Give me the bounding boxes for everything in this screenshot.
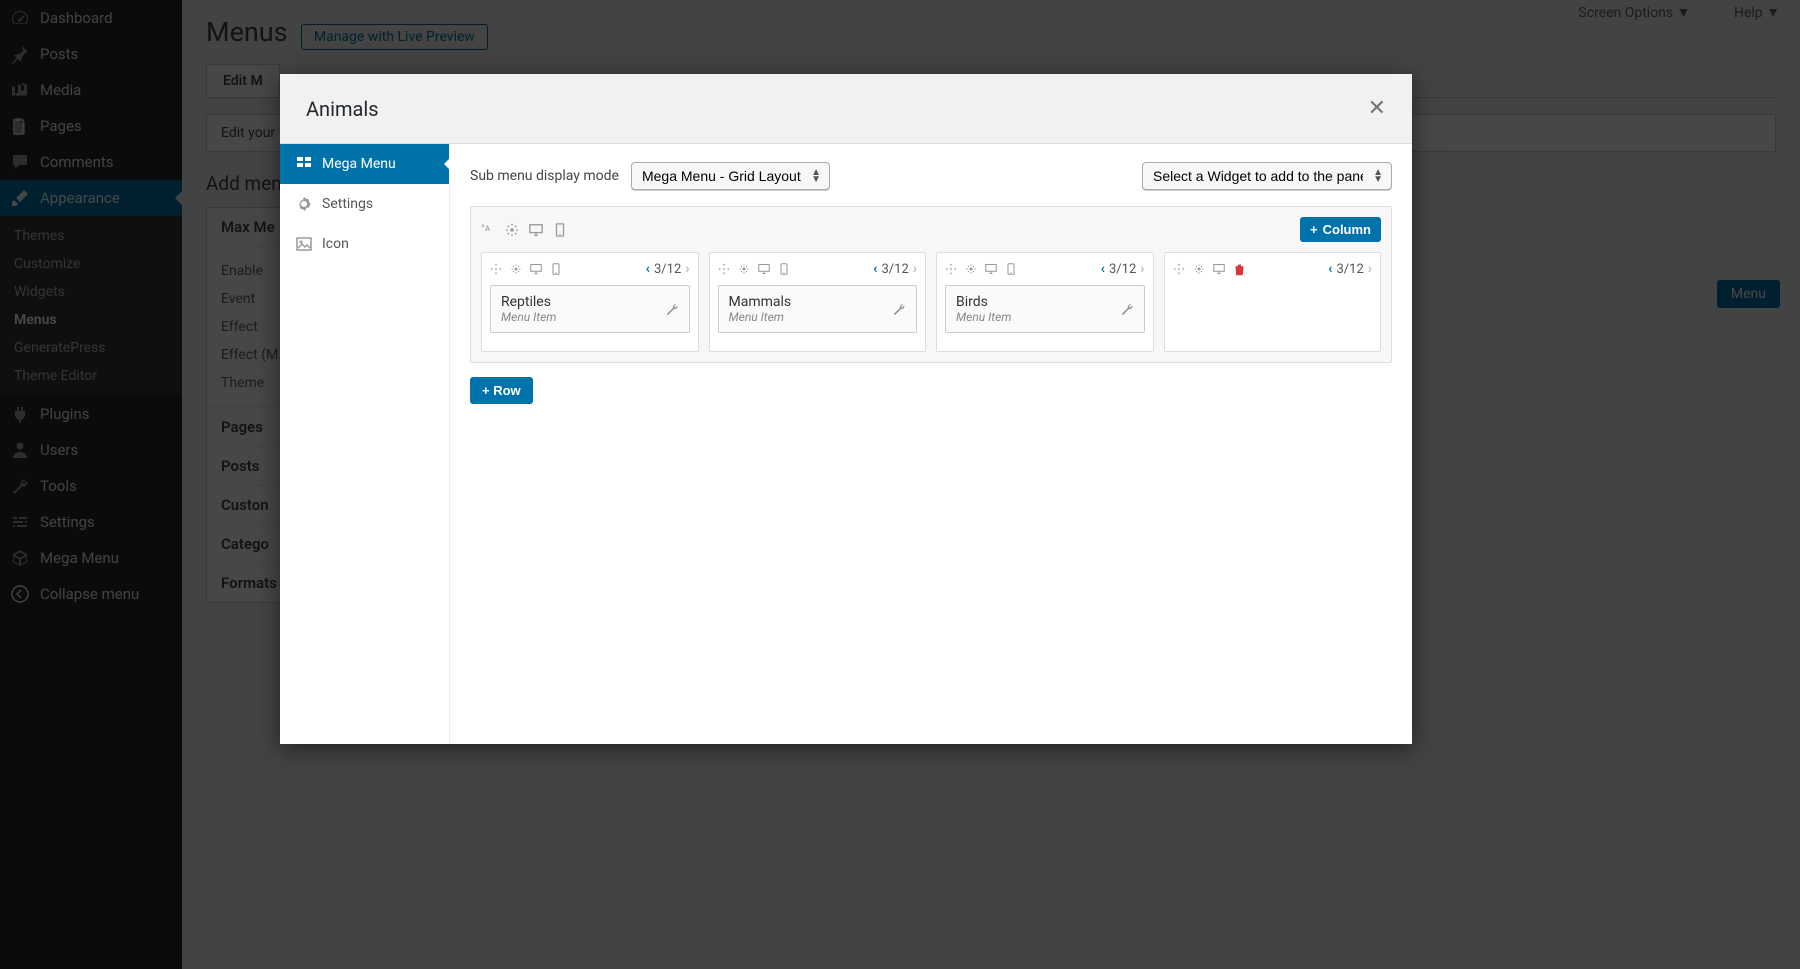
gear-icon[interactable]: [965, 263, 977, 275]
desktop-icon[interactable]: [985, 263, 997, 275]
widget-subtitle: Menu Item: [956, 310, 1011, 324]
grid-column: ‹ 3/12 ›: [1164, 252, 1382, 352]
mobile-icon[interactable]: [778, 263, 790, 275]
grid-icon: [296, 156, 312, 172]
grid-column: ‹ 3/12 › MammalsMenu Item: [709, 252, 927, 352]
grid-column: ‹ 3/12 › BirdsMenu Item: [936, 252, 1154, 352]
image-icon: [296, 236, 312, 252]
move-icon[interactable]: [945, 263, 957, 275]
grid-column: ‹ 3/12 › ReptilesMenu Item: [481, 252, 699, 352]
modal-title: Animals: [306, 97, 379, 121]
trash-icon[interactable]: [1233, 263, 1246, 276]
modal-tab-label: Icon: [322, 236, 349, 252]
widget-title: Reptiles: [501, 294, 556, 310]
modal-tab-settings[interactable]: Settings: [280, 184, 449, 224]
modal-tab-label: Mega Menu: [322, 156, 396, 172]
columns-row: ‹3/12›ReptilesMenu Item‹3/12›MammalsMenu…: [481, 252, 1381, 352]
move-icon[interactable]: [490, 263, 502, 275]
desktop-icon[interactable]: [529, 223, 543, 237]
grow-column-button[interactable]: ›: [1368, 261, 1372, 277]
mobile-icon[interactable]: [553, 223, 567, 237]
gear-icon[interactable]: [738, 263, 750, 275]
column-size: 3/12: [881, 262, 908, 277]
modal-header: Animals ✕: [280, 74, 1412, 144]
add-column-button[interactable]: + Column: [1300, 217, 1381, 242]
modal-tab-label: Settings: [322, 196, 373, 212]
column-size: 3/12: [1109, 262, 1136, 277]
wrench-icon[interactable]: [892, 302, 906, 316]
mega-menu-modal: Animals ✕ Mega Menu Settings Icon: [280, 74, 1412, 744]
shrink-column-button[interactable]: ‹: [873, 261, 877, 277]
modal-main: Sub menu display mode Mega Menu - Grid L…: [450, 144, 1412, 744]
row-toolbar: ⁺ᴀ + Column: [481, 217, 1381, 242]
modal-sidebar: Mega Menu Settings Icon: [280, 144, 450, 744]
widget-card[interactable]: MammalsMenu Item: [718, 285, 918, 333]
sort-icon[interactable]: ⁺ᴀ: [481, 223, 495, 237]
column-size: 3/12: [654, 262, 681, 277]
display-mode-select[interactable]: Mega Menu - Grid Layout: [631, 162, 830, 190]
grow-column-button[interactable]: ›: [1140, 261, 1144, 277]
add-row-button[interactable]: + Row: [470, 377, 533, 404]
grow-column-button[interactable]: ›: [685, 261, 689, 277]
mobile-icon[interactable]: [1005, 263, 1017, 275]
modal-overlay: Animals ✕ Mega Menu Settings Icon: [0, 0, 1800, 969]
shrink-column-button[interactable]: ‹: [1101, 261, 1105, 277]
modal-tab-mega-menu[interactable]: Mega Menu: [280, 144, 449, 184]
widget-card[interactable]: BirdsMenu Item: [945, 285, 1145, 333]
grow-column-button[interactable]: ›: [913, 261, 917, 277]
widget-card[interactable]: ReptilesMenu Item: [490, 285, 690, 333]
wrench-icon[interactable]: [665, 302, 679, 316]
column-toolbar: ‹ 3/12 ›: [945, 261, 1145, 277]
mobile-icon[interactable]: [550, 263, 562, 275]
column-toolbar: ‹ 3/12 ›: [490, 261, 690, 277]
gear-icon: [296, 196, 312, 212]
widget-subtitle: Menu Item: [729, 310, 792, 324]
gear-icon[interactable]: [505, 223, 519, 237]
display-mode-label: Sub menu display mode: [470, 168, 619, 184]
widget-subtitle: Menu Item: [501, 310, 556, 324]
widget-title: Mammals: [729, 294, 792, 310]
wrench-icon[interactable]: [1120, 302, 1134, 316]
gear-icon[interactable]: [1193, 263, 1205, 275]
column-toolbar: ‹ 3/12 ›: [1173, 261, 1373, 277]
desktop-icon[interactable]: [1213, 263, 1225, 275]
column-toolbar: ‹ 3/12 ›: [718, 261, 918, 277]
move-icon[interactable]: [1173, 263, 1185, 275]
modal-tab-icon[interactable]: Icon: [280, 224, 449, 264]
shrink-column-button[interactable]: ‹: [1328, 261, 1332, 277]
desktop-icon[interactable]: [758, 263, 770, 275]
move-icon[interactable]: [718, 263, 730, 275]
column-size: 3/12: [1336, 262, 1363, 277]
close-button[interactable]: ✕: [1368, 96, 1386, 121]
widget-select[interactable]: Select a Widget to add to the panel: [1142, 162, 1392, 190]
desktop-icon[interactable]: [530, 263, 542, 275]
plus-icon: +: [1310, 222, 1318, 237]
widget-title: Birds: [956, 294, 1011, 310]
grid-panel: ⁺ᴀ + Column ‹3/12›ReptilesMenu Item‹3/12…: [470, 206, 1392, 363]
shrink-column-button[interactable]: ‹: [646, 261, 650, 277]
gear-icon[interactable]: [510, 263, 522, 275]
plus-icon: +: [482, 383, 493, 398]
